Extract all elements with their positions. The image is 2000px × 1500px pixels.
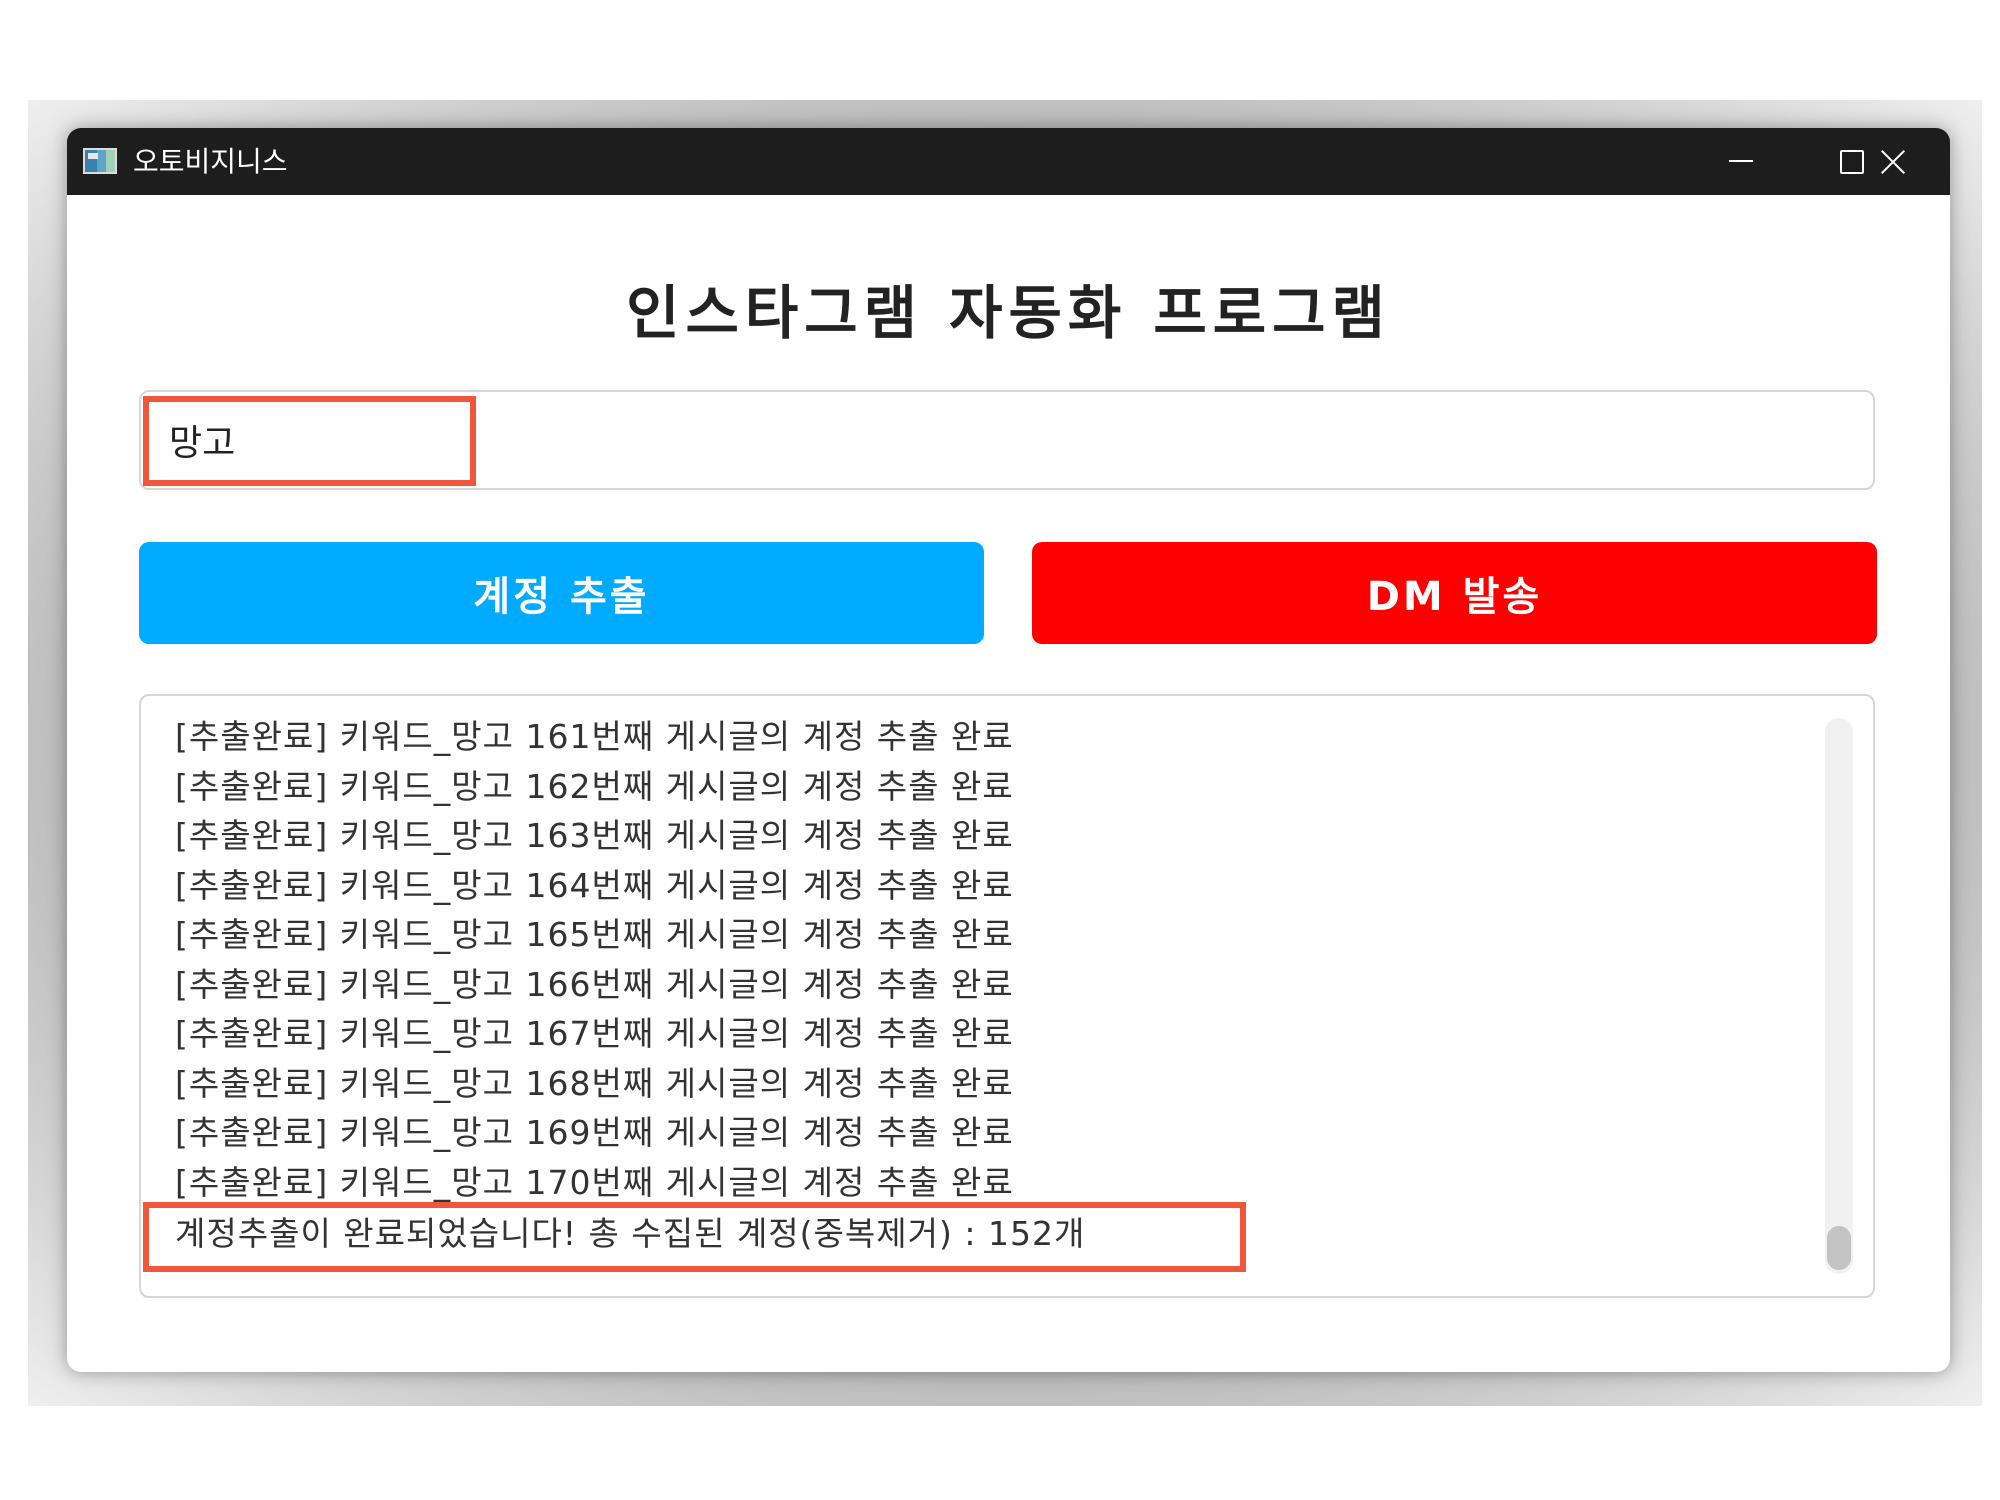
extract-accounts-button[interactable]: 계정 추출 (139, 542, 984, 644)
log-line: [추출완료] 키워드_망고 168번째 게시글의 계정 추출 완료 (175, 1063, 1014, 1103)
maximize-icon (1840, 150, 1864, 174)
minimize-button[interactable] (1699, 128, 1789, 195)
log-output[interactable]: [추출완료] 키워드_망고 161번째 게시글의 계정 추출 완료 [추출완료]… (139, 694, 1875, 1298)
log-line: [추출완료] 키워드_망고 166번째 게시글의 계정 추출 완료 (175, 964, 1014, 1004)
log-line: [추출완료] 키워드_망고 163번째 게시글의 계정 추출 완료 (175, 816, 1014, 855)
close-icon[interactable] (1879, 148, 1907, 176)
log-line: [추출완료] 키워드_망고 162번째 게시글의 계정 추출 완료 (175, 766, 1014, 806)
log-scrollbar-thumb[interactable] (1827, 1226, 1851, 1270)
log-line: [추출완료] 키워드_망고 167번째 게시글의 계정 추출 완료 (175, 1014, 1014, 1053)
app-icon (83, 148, 117, 174)
log-scrollbar-track[interactable] (1825, 718, 1853, 1274)
keyword-input[interactable] (139, 390, 1875, 490)
log-final-message: 계정추출이 완료되었습니다! 총 수집된 계정(중복제거) : 152개 (175, 1214, 1086, 1253)
log-line: [추출완료] 키워드_망고 170번째 게시글의 계정 추출 완료 (175, 1162, 1014, 1202)
send-dm-button[interactable]: DM 발송 (1032, 542, 1877, 644)
minimize-icon (1729, 160, 1753, 162)
page-title: 인스타그램 자동화 프로그램 (626, 279, 1391, 347)
title-bar: 오토비지니스 (67, 128, 1950, 195)
log-line: [추출완료] 키워드_망고 169번째 게시글의 계정 추출 완료 (175, 1113, 1014, 1152)
log-lines: [추출완료] 키워드_망고 161번째 게시글의 계정 추출 완료 [추출완료]… (175, 712, 1735, 1259)
log-line: [추출완료] 키워드_망고 161번째 게시글의 계정 추출 완료 (175, 717, 1014, 756)
log-line: [추출완료] 키워드_망고 164번째 게시글의 계정 추출 완료 (175, 865, 1014, 905)
app-window: 오토비지니스 인스타그램 자동화 프로그램 계정 추출 DM 발송 [추출완료]… (67, 128, 1950, 1372)
window-title: 오토비지니스 (133, 145, 288, 178)
log-line: [추출완료] 키워드_망고 165번째 게시글의 계정 추출 완료 (175, 915, 1014, 954)
